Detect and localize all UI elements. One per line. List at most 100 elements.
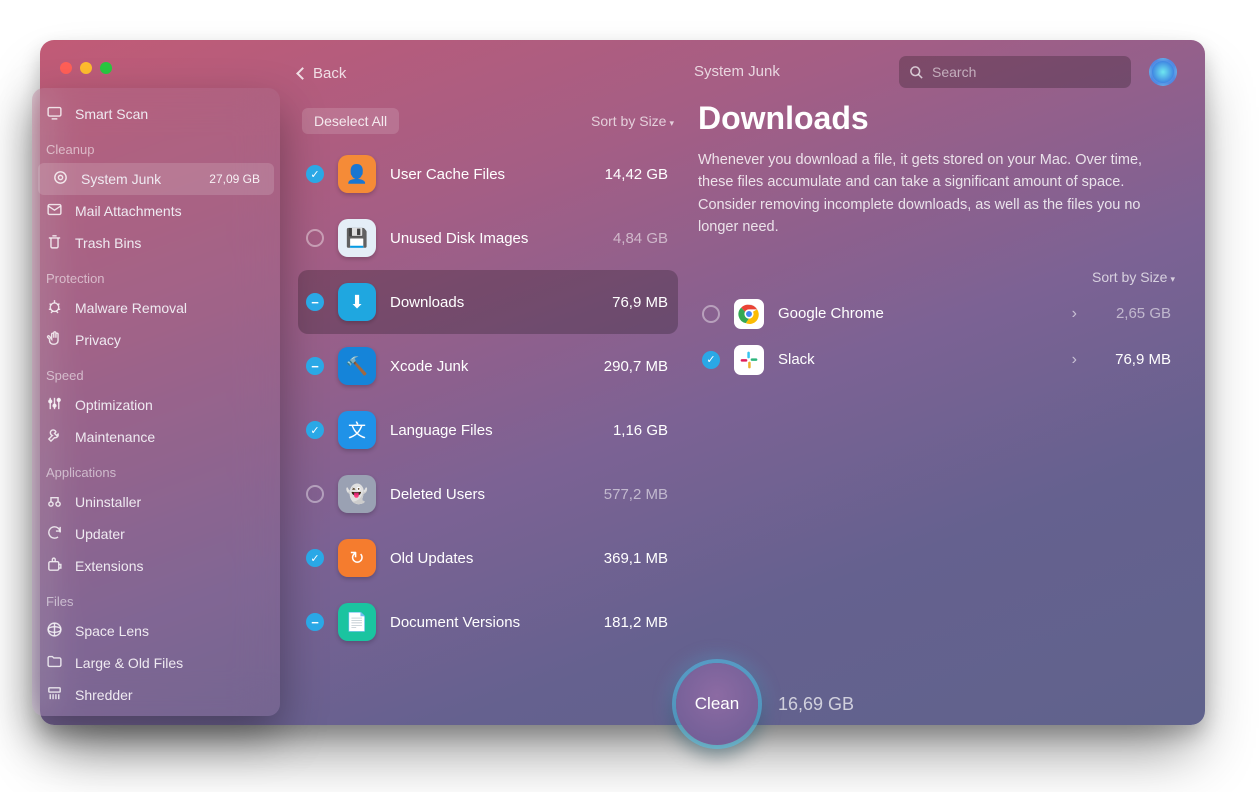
checkbox-empty-icon[interactable] (306, 229, 324, 247)
detail-row-size: 76,9 MB (1091, 351, 1171, 368)
monitor-icon (46, 104, 63, 124)
sidebar-item-label: Optimization (75, 397, 153, 413)
category-icon: 文 (338, 411, 376, 449)
sidebar-item-system-junk[interactable]: System Junk27,09 GB (38, 163, 274, 195)
detail-row-slack[interactable]: ✓Slack›76,9 MB (698, 337, 1175, 383)
category-icon: 📄 (338, 603, 376, 641)
sidebar-item-label: Space Lens (75, 623, 149, 639)
sidebar-item-label: Uninstaller (75, 494, 141, 510)
sidebar-section-header: Cleanup (32, 136, 280, 163)
back-button[interactable]: Back (298, 65, 346, 82)
category-label: Unused Disk Images (390, 230, 528, 247)
sidebar-item-label: Smart Scan (75, 106, 148, 122)
checkbox-checked-icon[interactable]: ✓ (306, 165, 324, 183)
sidebar-item-optimization[interactable]: Optimization (32, 389, 280, 421)
sidebar-item-mail-attachments[interactable]: Mail Attachments (32, 195, 280, 227)
category-icon: 🔨 (338, 347, 376, 385)
sidebar-item-label: Updater (75, 526, 125, 542)
chevron-down-icon: ▾ (669, 118, 674, 128)
category-row-downloads[interactable]: −⬇ Downloads 76,9 MB (298, 270, 678, 334)
sidebar-item-label: Privacy (75, 332, 121, 348)
topbar: Back System Junk (298, 56, 1187, 90)
sidebar-section-header: Protection (32, 265, 280, 292)
category-label: Language Files (390, 422, 493, 439)
detail-sort-button[interactable]: Sort by Size▾ (698, 269, 1175, 285)
category-row-deleted-users[interactable]: 👻Deleted Users577,2 MB (298, 462, 678, 526)
category-row-old-updates[interactable]: ✓↻Old Updates369,1 MB (298, 526, 678, 590)
account-avatar[interactable] (1149, 58, 1177, 86)
category-size: 4,84 GB (613, 230, 668, 247)
app-window: Smart ScanCleanupSystem Junk27,09 GBMail… (40, 40, 1205, 725)
window-controls (60, 62, 112, 74)
search-box[interactable] (899, 56, 1131, 88)
minimize-button[interactable] (80, 62, 92, 74)
sidebar-item-label: System Junk (81, 171, 161, 187)
sidebar-item-malware-removal[interactable]: Malware Removal (32, 292, 280, 324)
category-label: Downloads (390, 294, 464, 311)
sidebar-section-header: Applications (32, 459, 280, 486)
detail-row-google-chrome[interactable]: Google Chrome›2,65 GB (698, 291, 1175, 337)
sidebar-item-maintenance[interactable]: Maintenance (32, 421, 280, 453)
clean-button[interactable]: Clean (676, 663, 758, 745)
category-size: 76,9 MB (612, 294, 668, 311)
sliders-icon (46, 395, 63, 415)
checkbox-checked-icon[interactable]: ✓ (306, 421, 324, 439)
search-input[interactable] (932, 64, 1121, 80)
sort-label: Sort by Size (591, 113, 666, 129)
detail-panel: Downloads Whenever you download a file, … (698, 100, 1175, 645)
sidebar-item-label: Maintenance (75, 429, 155, 445)
category-row-user-cache-files[interactable]: ✓👤User Cache Files14,42 GB (298, 142, 678, 206)
sidebar-item-large-old-files[interactable]: Large & Old Files (32, 647, 280, 679)
deselect-all-button[interactable]: Deselect All (302, 108, 399, 134)
breadcrumb[interactable]: System Junk (694, 63, 780, 80)
detail-row-size: 2,65 GB (1091, 305, 1171, 322)
checkbox-mixed-icon[interactable]: − (306, 357, 324, 375)
checkbox-mixed-icon[interactable]: − (306, 613, 324, 631)
wrench-icon (46, 427, 63, 447)
category-icon: ⬇ (338, 283, 376, 321)
category-label: Deleted Users (390, 486, 485, 503)
category-row-document-versions[interactable]: −📄 Document Versions 181,2 MB (298, 590, 678, 654)
back-label: Back (313, 65, 346, 82)
clean-total-size: 16,69 GB (778, 694, 854, 715)
category-row-language-files[interactable]: ✓ 文 Language Files 1,16 GB (298, 398, 678, 462)
close-button[interactable] (60, 62, 72, 74)
sidebar-item-label: Large & Old Files (75, 655, 183, 671)
category-icon: ↻ (338, 539, 376, 577)
sidebar-section-header: Speed (32, 362, 280, 389)
checkbox-empty-icon[interactable] (702, 305, 720, 323)
sidebar-item-extensions[interactable]: Extensions (32, 550, 280, 582)
clean-section: Clean 16,69 GB (676, 663, 854, 745)
sidebar-item-label: Extensions (75, 558, 143, 574)
sidebar-item-privacy[interactable]: Privacy (32, 324, 280, 356)
category-size: 14,42 GB (605, 166, 668, 183)
category-label: Xcode Junk (390, 358, 468, 375)
sidebar-item-smart-scan[interactable]: Smart Scan (32, 98, 280, 130)
sidebar-item-updater[interactable]: Updater (32, 518, 280, 550)
list-header: Deselect All Sort by Size▾ (298, 100, 678, 138)
folder-icon (46, 653, 63, 673)
sidebar: Smart Scan CleanupSystem Junk27,09 GBMail… (32, 88, 280, 716)
sidebar-item-shredder[interactable]: Shredder (32, 679, 280, 711)
category-icon: 👻 (338, 475, 376, 513)
category-row-unused-disk-images[interactable]: 💾Unused Disk Images4,84 GB (298, 206, 678, 270)
sidebar-item-space-lens[interactable]: Space Lens (32, 615, 280, 647)
update-icon (46, 524, 63, 544)
category-size: 181,2 MB (604, 614, 668, 631)
checkbox-checked-icon[interactable]: ✓ (702, 351, 720, 369)
chevron-right-icon: › (1072, 351, 1077, 369)
category-row-xcode-junk[interactable]: −🔨 Xcode Junk 290,7 MB (298, 334, 678, 398)
category-label: Document Versions (390, 614, 520, 631)
sidebar-item-trash-bins[interactable]: Trash Bins (32, 227, 280, 259)
sidebar-item-uninstaller[interactable]: Uninstaller (32, 486, 280, 518)
checkbox-empty-icon[interactable] (306, 485, 324, 503)
checkbox-checked-icon[interactable]: ✓ (306, 549, 324, 567)
hand-icon (46, 330, 63, 350)
sidebar-item-label: Malware Removal (75, 300, 187, 316)
checkbox-mixed-icon[interactable]: − (306, 293, 324, 311)
chevron-left-icon (296, 67, 309, 80)
category-size: 1,16 GB (613, 422, 668, 439)
category-size: 290,7 MB (604, 358, 668, 375)
maximize-button[interactable] (100, 62, 112, 74)
sort-button[interactable]: Sort by Size▾ (591, 113, 674, 129)
